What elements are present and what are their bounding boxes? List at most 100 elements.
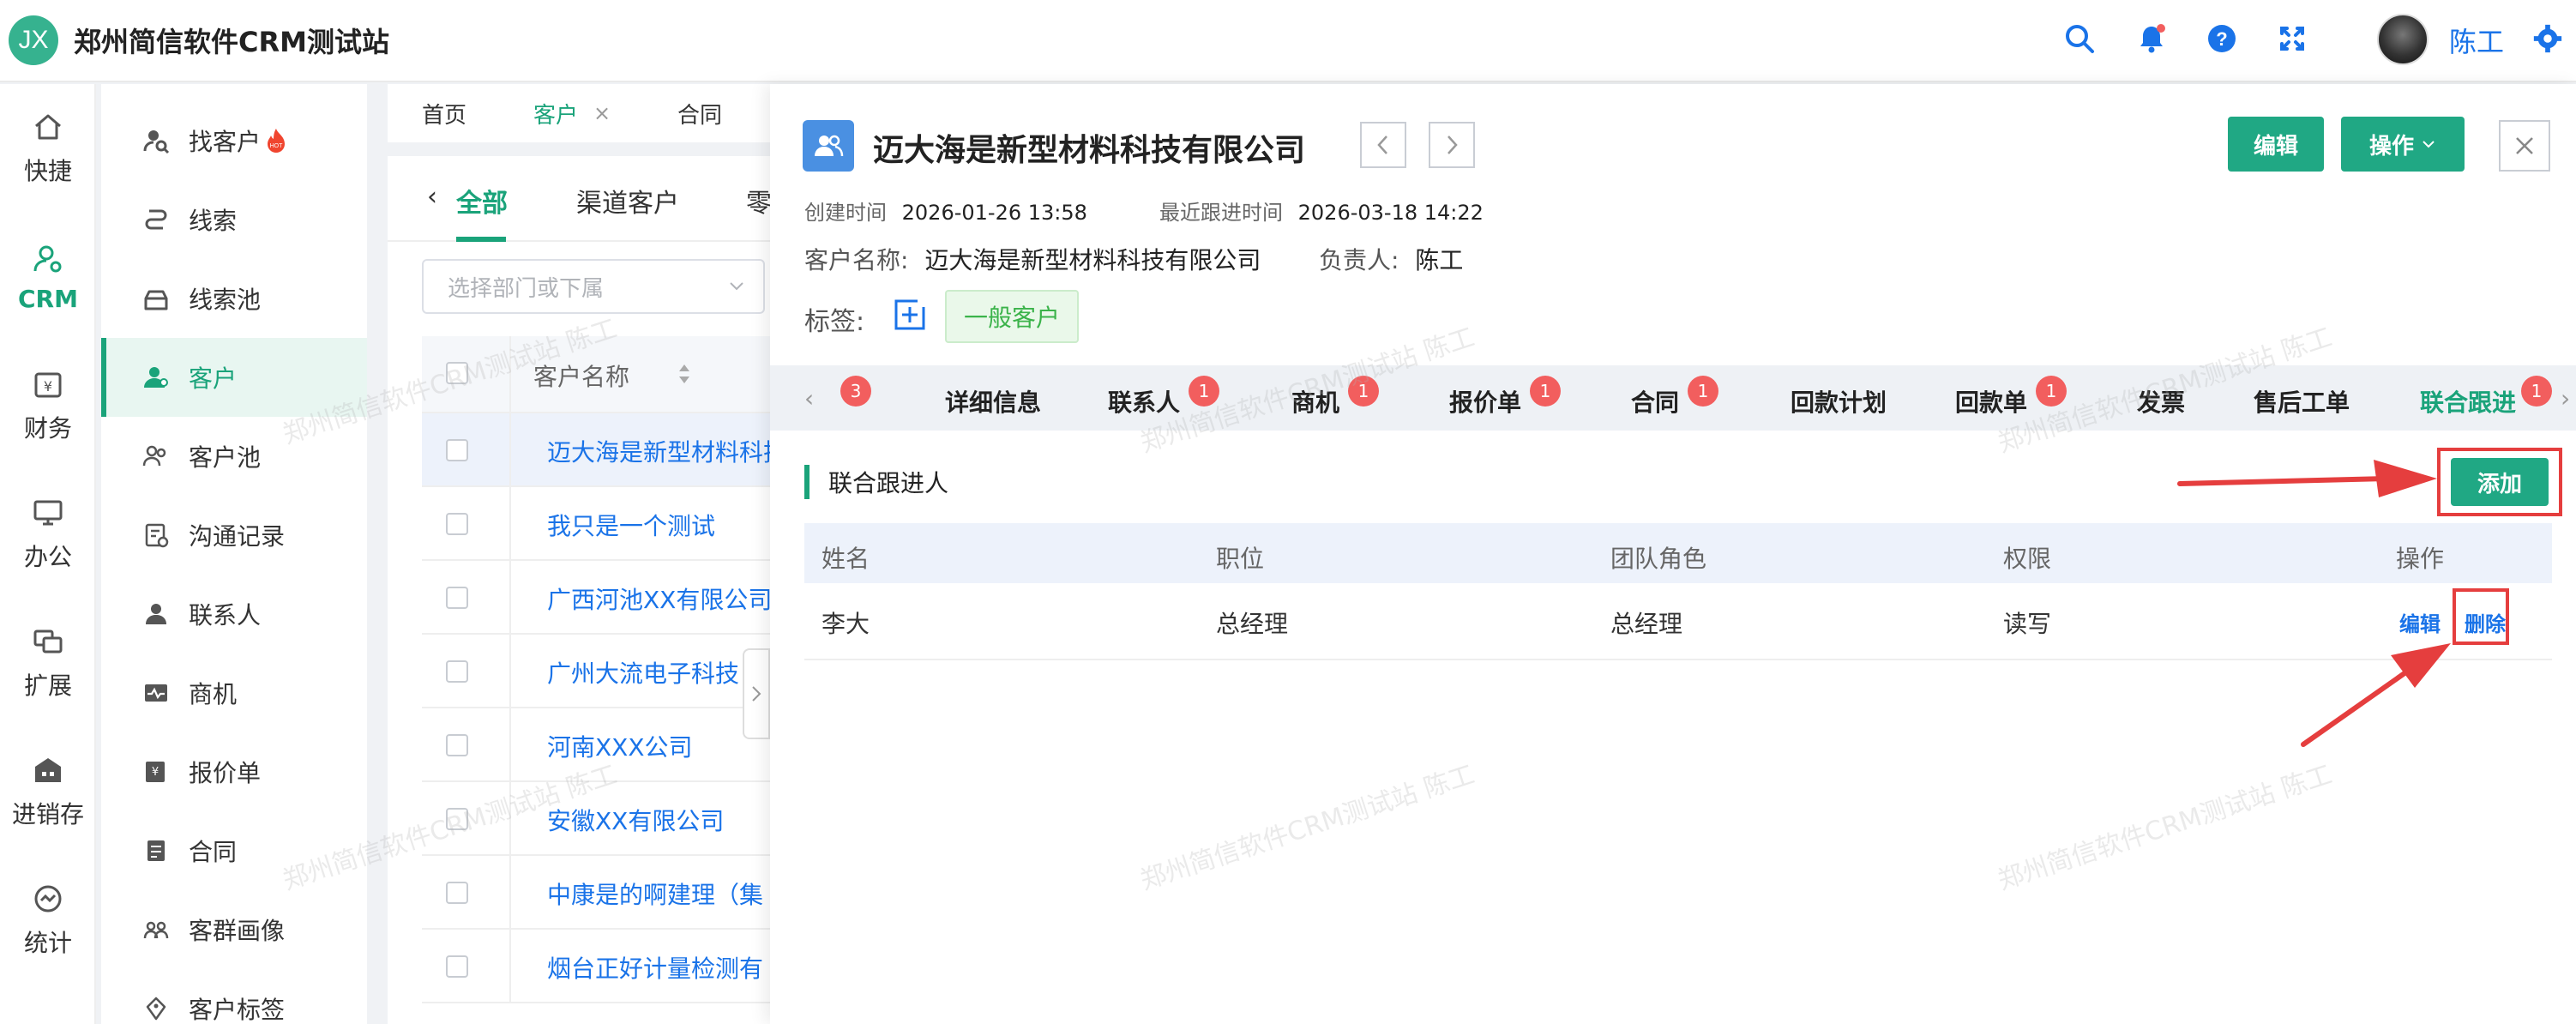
customer-name-link[interactable]: 广西河池XX有限公司 [547, 581, 770, 616]
row-checkbox[interactable] [446, 955, 468, 978]
search-icon[interactable] [2060, 19, 2099, 58]
quote-icon: ¥ [139, 755, 173, 789]
submenu-item-record[interactable]: 沟通记录 [101, 496, 367, 575]
table-row[interactable]: 烟台正好计量检测有 [422, 930, 770, 1003]
rail-item-extend[interactable]: 扩展 [0, 599, 96, 727]
sort-icon[interactable] [676, 362, 693, 386]
bell-icon[interactable] [2132, 19, 2171, 58]
table-row[interactable]: 广西河池XX有限公司 [422, 561, 770, 635]
category-more[interactable]: 零 [746, 182, 772, 220]
submenu-item-customer-pool[interactable]: 客户池 [101, 417, 367, 496]
panel-collapse-handle[interactable] [743, 648, 770, 739]
submenu-item-opportunity[interactable]: 商机 [101, 654, 367, 732]
find-customer-icon [139, 123, 173, 158]
lead-icon [139, 202, 173, 237]
rail-item-crm[interactable]: CRM [0, 213, 96, 341]
rail-item-stats[interactable]: 统计 [0, 856, 96, 985]
table-row[interactable]: 迈大海是新型材料科技有限公司 [422, 413, 770, 487]
warehouse-icon [31, 753, 65, 787]
rail-item-finance[interactable]: ¥ 财务 [0, 341, 96, 470]
customer-name-link[interactable]: 广州大流电子科技 [547, 655, 770, 690]
submenu-label: 客户标签 [189, 996, 286, 1024]
rail-item-inventory[interactable]: 进销存 [0, 727, 96, 856]
customer-list-panel: ‹ 全部 渠道客户 零 选择部门或下属 客户名称 迈大海是新型材料科技有限公司 … [388, 156, 772, 1024]
svg-text:HOT: HOT [270, 143, 284, 149]
submenu-item-tag[interactable]: 客户标签 [101, 969, 367, 1024]
submenu-item-customer[interactable]: 客户 [101, 338, 367, 417]
table-row[interactable]: 我只是一个测试 [422, 487, 770, 561]
tab-home[interactable]: 首页 [422, 84, 466, 142]
finance-icon: ¥ [31, 367, 65, 401]
category-all[interactable]: 全部 [456, 182, 508, 220]
row-checkbox[interactable] [446, 882, 468, 904]
submenu-item-lead-pool[interactable]: 线索池 [101, 259, 367, 338]
rail-label: 快捷 [23, 157, 72, 185]
row-checkbox[interactable] [446, 808, 468, 830]
submenu-item-contract[interactable]: 合同 [101, 811, 367, 890]
table-row[interactable]: 广州大流电子科技 [422, 635, 770, 708]
submenu-item-group[interactable]: 客群画像 [101, 890, 367, 969]
column-divider [509, 708, 511, 780]
page-tabs: 首页 客户 × 合同 [388, 84, 770, 142]
row-checkbox[interactable] [446, 439, 468, 461]
rail-label: 扩展 [23, 672, 72, 700]
submenu-item-quote[interactable]: ¥ 报价单 [101, 732, 367, 811]
customer-pool-icon [139, 439, 173, 473]
customer-name-link[interactable]: 迈大海是新型材料科技有限公司 [547, 434, 770, 468]
lead-pool-icon [139, 281, 173, 316]
customer-name-link[interactable]: 安徽XX有限公司 [547, 803, 770, 837]
app-logo[interactable]: JX [9, 15, 58, 65]
column-divider [509, 635, 511, 707]
customer-name-link[interactable]: 烟台正好计量检测有 [547, 950, 770, 985]
submenu-label: 沟通记录 [189, 522, 286, 551]
avatar[interactable] [2377, 14, 2429, 65]
submenu-item-contact[interactable]: 联系人 [101, 575, 367, 654]
department-select-placeholder: 选择部门或下属 [448, 275, 605, 302]
hot-icon: HOT [264, 127, 288, 154]
category-tabs: ‹ 全部 渠道客户 零 [388, 156, 772, 242]
active-underline [456, 237, 506, 242]
table-row[interactable]: 中康是的啊建理（集 [422, 856, 770, 930]
row-checkbox[interactable] [446, 513, 468, 535]
tab-contract[interactable]: 合同 [677, 84, 722, 142]
table-row[interactable]: 河南XXX公司 [422, 708, 770, 782]
category-channel[interactable]: 渠道客户 [576, 182, 679, 220]
chevron-left-icon[interactable]: ‹ [427, 182, 437, 212]
svg-text:¥: ¥ [152, 766, 159, 779]
row-checkbox[interactable] [446, 660, 468, 683]
select-all-checkbox[interactable] [446, 362, 468, 384]
opportunity-icon [139, 676, 173, 710]
tab-label: 客户 [533, 102, 579, 129]
column-divider [509, 487, 511, 559]
submenu-label: 找客户 [189, 128, 262, 156]
submenu-label: 商机 [189, 680, 238, 708]
customer-name-link[interactable]: 中康是的啊建理（集 [547, 876, 770, 911]
fullscreen-icon[interactable] [2272, 19, 2312, 58]
table-row[interactable]: 安徽XX有限公司 [422, 782, 770, 856]
gear-icon[interactable] [2528, 19, 2567, 58]
row-checkbox[interactable] [446, 587, 468, 609]
submenu-item-lead[interactable]: 线索 [101, 180, 367, 259]
submenu-label: 客群画像 [189, 917, 286, 945]
help-icon[interactable]: ? [2202, 19, 2242, 58]
rail-item-quick[interactable]: 快捷 [0, 84, 96, 213]
user-name[interactable]: 陈工 [2449, 21, 2504, 60]
close-icon[interactable]: × [593, 101, 611, 125]
column-divider [509, 930, 511, 1002]
crm-submenu: 找客户 HOT 线索 线索池 客户 客户池 沟通记录 联系人 商机 ¥ 报价单 … [101, 84, 367, 1024]
tab-customer[interactable]: 客户 × [533, 84, 611, 142]
row-checkbox[interactable] [446, 734, 468, 756]
department-select[interactable]: 选择部门或下属 [422, 259, 765, 314]
customer-name-link[interactable]: 我只是一个测试 [547, 508, 770, 542]
customer-name-link[interactable]: 河南XXX公司 [547, 729, 770, 763]
rail-item-office[interactable]: 办公 [0, 470, 96, 599]
top-bar: JX 郑州简信软件CRM测试站 ? 陈工 [0, 0, 2576, 82]
submenu-label: 客户池 [189, 443, 262, 472]
record-icon [139, 518, 173, 552]
column-divider [509, 782, 511, 854]
rail-label: 办公 [23, 543, 72, 571]
submenu-item-find-customer[interactable]: 找客户 HOT [101, 101, 367, 180]
column-customer-name[interactable]: 客户名称 [533, 358, 629, 393]
submenu-label: 客户 [189, 364, 238, 393]
monitor-icon [31, 496, 65, 530]
